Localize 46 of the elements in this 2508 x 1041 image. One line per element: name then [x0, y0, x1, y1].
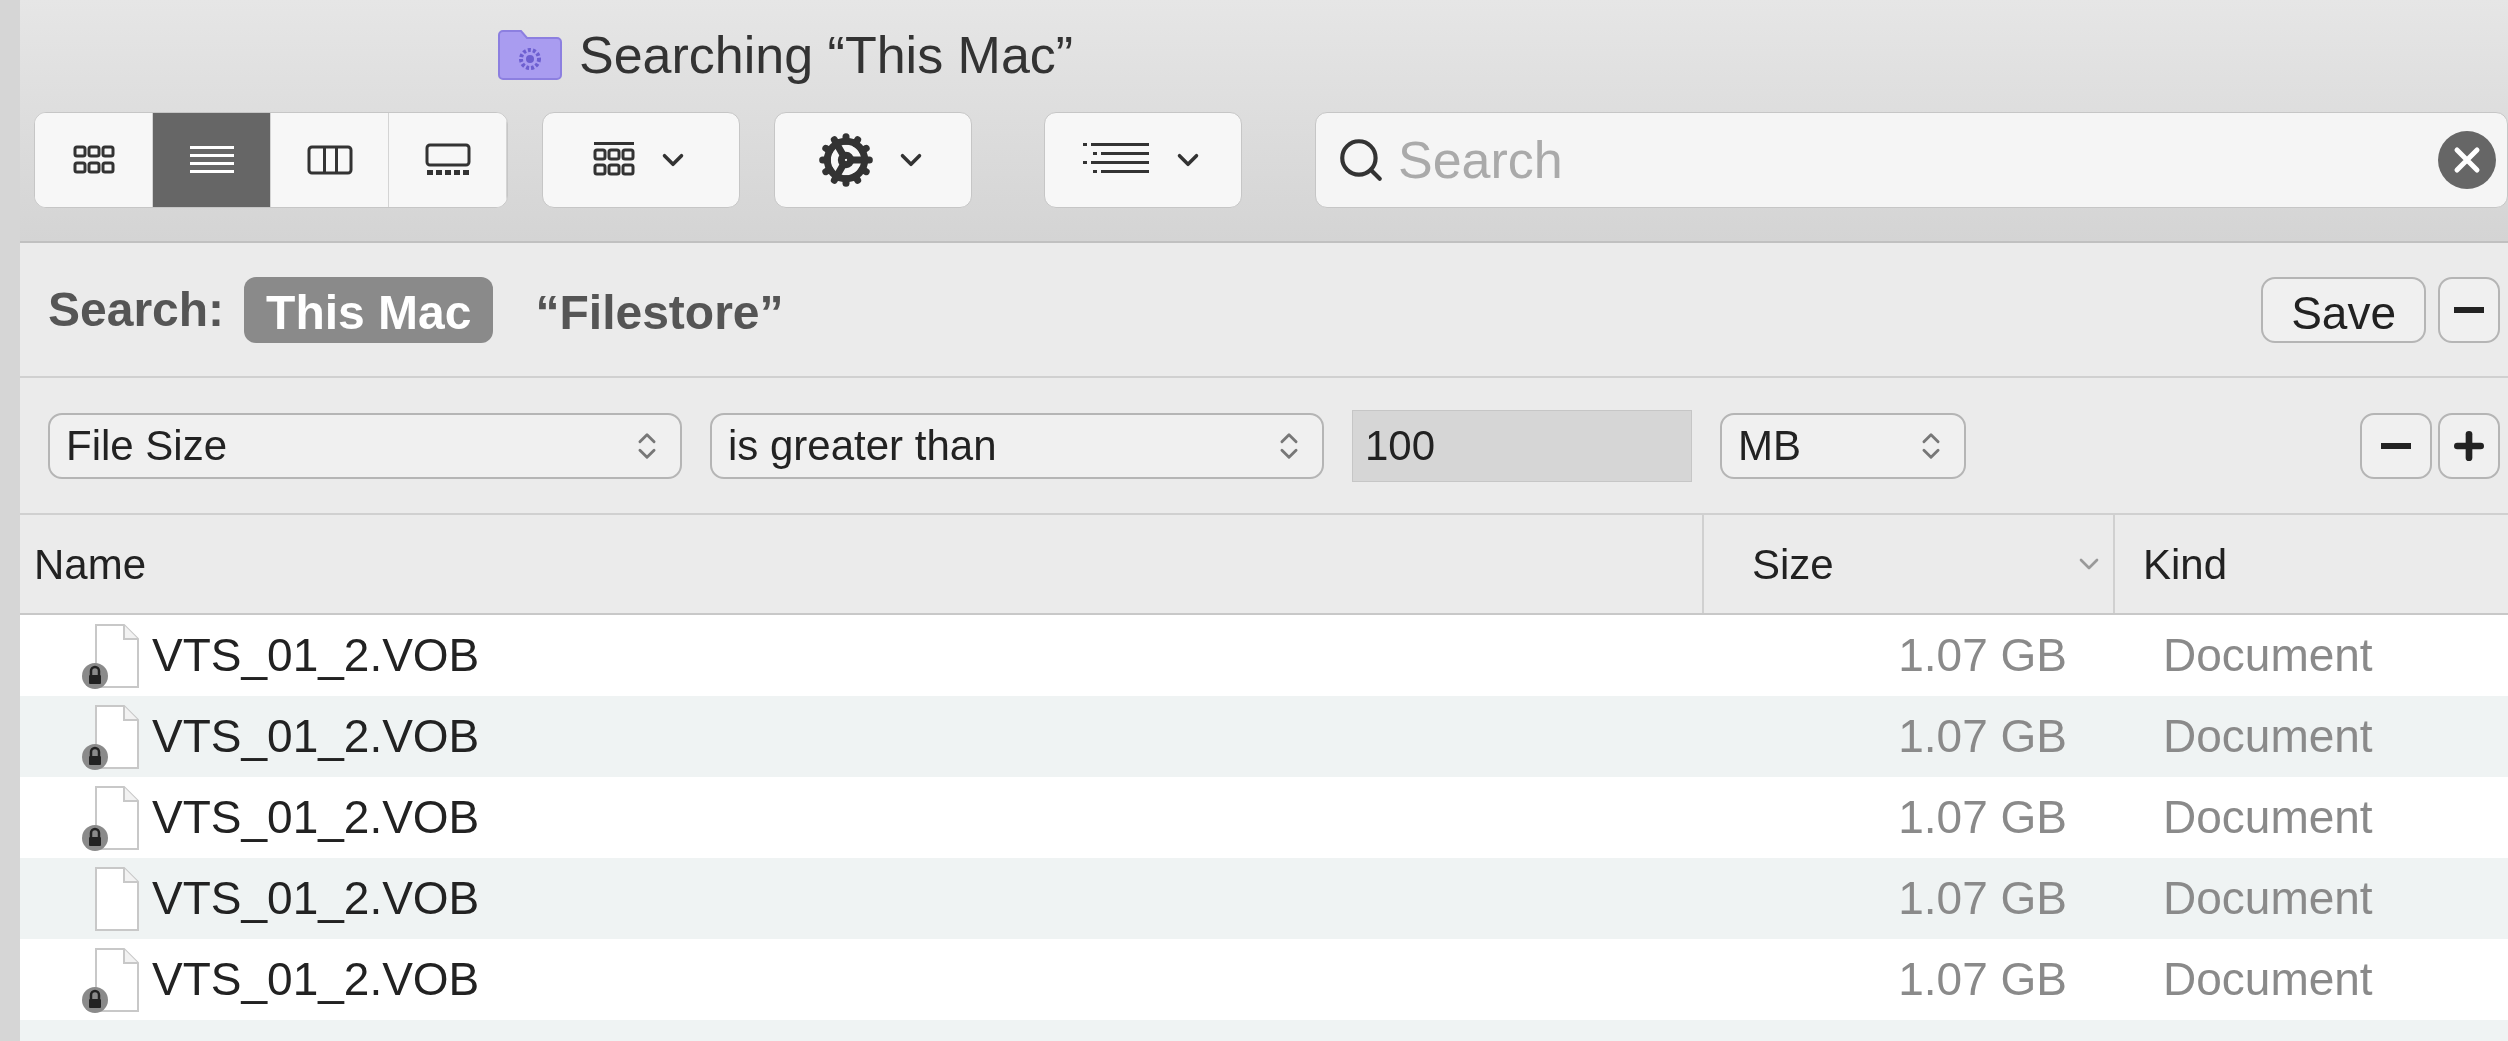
file-size: 1.07 GB	[1897, 871, 2068, 926]
file-size: 1.07 GB	[1897, 790, 2068, 845]
file-size: 1.07 GB	[1897, 628, 2068, 683]
view-mode-button[interactable]	[35, 113, 153, 207]
column-header[interactable]: Size	[1702, 515, 2115, 613]
unit-popup[interactable]: MB	[1720, 412, 1966, 479]
group-button[interactable]	[542, 112, 740, 208]
column-header[interactable]: Name	[20, 515, 1702, 613]
remove-criterion-button[interactable]	[2360, 412, 2432, 479]
file-kind: Document	[2162, 790, 2373, 845]
search-field[interactable]: Search	[1315, 112, 2508, 208]
attribute-popup[interactable]: File Size	[48, 412, 682, 479]
minus-icon	[2381, 442, 2411, 449]
smart-folder-icon	[497, 29, 563, 81]
save-button[interactable]: Save	[2261, 276, 2426, 343]
clear-icon[interactable]	[2437, 130, 2497, 190]
file-name: VTS_01_2.VOB	[152, 709, 480, 764]
view-mode-button[interactable]	[153, 113, 271, 207]
minus-icon	[2454, 306, 2484, 313]
file-name: VTS_01_2.VOB	[152, 790, 480, 845]
file-row[interactable]: VTS_01_2.VOB 1.07 GB Document	[20, 696, 2508, 777]
file-size: 1.07 GB	[1897, 952, 2068, 1007]
file-kind: Document	[2162, 871, 2373, 926]
file-name: VTS_01_2.VOB	[152, 871, 480, 926]
file-kind: Document	[2162, 952, 2373, 1007]
column-header[interactable]: Kind	[2115, 515, 2508, 613]
gallery-icon	[423, 142, 472, 178]
scope-button[interactable]: “Filestore”	[513, 276, 806, 343]
icon-grid-icon	[71, 143, 116, 177]
arrange-button[interactable]	[1044, 112, 1242, 208]
file-kind: Document	[2162, 709, 2373, 764]
file-size: 1.07 GB	[1897, 709, 2068, 764]
add-criterion-button[interactable]	[2438, 412, 2500, 479]
operator-popup[interactable]: is greater than	[710, 412, 1324, 479]
action-button[interactable]	[774, 112, 972, 208]
columns-icon	[305, 143, 354, 177]
value-input-field[interactable]: 100	[1352, 409, 1692, 482]
file-kind: Document	[2162, 628, 2373, 683]
remove-button[interactable]	[2438, 276, 2500, 343]
file-name: VTS_01_2.VOB	[152, 952, 480, 1007]
window-title: Searching “This Mac”	[579, 25, 1074, 86]
search-input-field[interactable]: Search	[1398, 121, 2425, 199]
file-name: VTS_01_2.VOB	[152, 628, 480, 683]
search-scope-label: Search:	[48, 281, 225, 338]
file-row[interactable]: VTS_01_2.VOB 1.07 GB Document	[20, 858, 2508, 939]
gear-icon	[818, 132, 874, 188]
